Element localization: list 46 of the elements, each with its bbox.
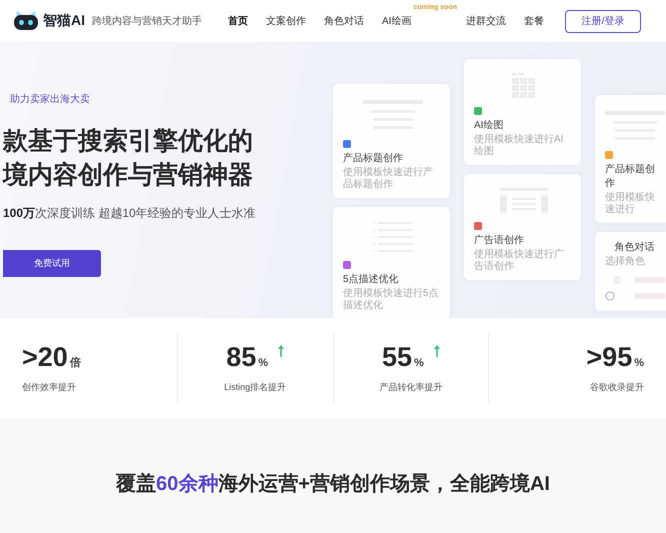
stat-unit: % [634, 357, 644, 369]
stat-label: 谷歌收录提升 [590, 381, 644, 394]
free-trial-button[interactable]: 免费试用 [3, 250, 101, 277]
stat-label: Listing排名提升 [224, 381, 286, 394]
card-description: 使用模板快速进行 [605, 192, 656, 216]
stat-value: >20 [22, 342, 68, 373]
stat-label: 创作效率提升 [22, 381, 76, 394]
nav-link[interactable]: AI绘画 [372, 14, 420, 28]
stat-value: >95 [586, 342, 632, 373]
robot-cat-logo-icon [13, 11, 39, 31]
card-description: 选择角色 [605, 256, 645, 268]
stat-unit: % [414, 357, 424, 369]
nav-link[interactable]: 角色对话 [314, 14, 373, 28]
card-title: 产品标题创作 [343, 152, 403, 165]
stat-unit: 倍 [70, 356, 81, 370]
feature-card[interactable]: 角色对话 选择角色 [595, 232, 666, 311]
card-title: 5点描述优化 [343, 272, 399, 286]
hero-headline: 境内容创作与营销神器 [3, 160, 254, 191]
stat-label: 产品转化率提升 [379, 381, 442, 394]
feature-card[interactable]: 产品标题创作 使用模板快速进行 [595, 95, 666, 223]
card-description: 使用模板快速进行广告语创作 [474, 249, 565, 273]
stat-unit: % [258, 357, 268, 369]
hero-tag: 助力卖家出海大卖 [3, 92, 320, 106]
card-title: AI绘图 [474, 119, 504, 132]
stat-value: 85 [226, 342, 256, 373]
hero-headline: 款基于搜索引擎优化的 [3, 126, 254, 157]
card-description: 使用模板快速进行AI绘图 [474, 134, 564, 158]
card-title: 产品标题创作 [605, 162, 656, 190]
nav-link[interactable]: 套餐 [515, 14, 553, 28]
nav-link[interactable]: 进群交流 [457, 14, 515, 28]
feature-card[interactable]: 5点描述优化 使用模板快速进行5点描述优化 [333, 207, 450, 318]
tagline: 跨境内容与营销天才助手 [92, 14, 202, 28]
card-title: 广告语创作 [474, 234, 524, 247]
section-title: 覆盖60余种海外运营+营销创作场景，全能跨境AI [116, 472, 550, 497]
login-button[interactable]: 注册/登录 [565, 10, 641, 32]
nav-link[interactable]: 文案创作 [256, 14, 315, 28]
card-description: 使用模板快速进行5点描述优化 [343, 288, 440, 312]
card-title: 角色对话 [614, 240, 654, 254]
feature-card[interactable]: AI绘图 使用模板快速进行AI绘图 [464, 59, 581, 165]
feature-card[interactable]: 广告语创作 使用模板快速进行广告语创作 [464, 174, 581, 280]
feature-card[interactable]: 产品标题创作 使用模板快速进行产品标题创作 [333, 84, 450, 198]
stat-value: 55 [382, 342, 412, 373]
hero-subtitle: 100万次深度训练 超越10年经验的专业人士水准 [3, 205, 257, 222]
logo-text: 智猫AI [43, 12, 85, 30]
card-description: 使用模板快速进行产品标题创作 [343, 167, 434, 191]
nav-link[interactable]: 首页 [218, 14, 257, 28]
